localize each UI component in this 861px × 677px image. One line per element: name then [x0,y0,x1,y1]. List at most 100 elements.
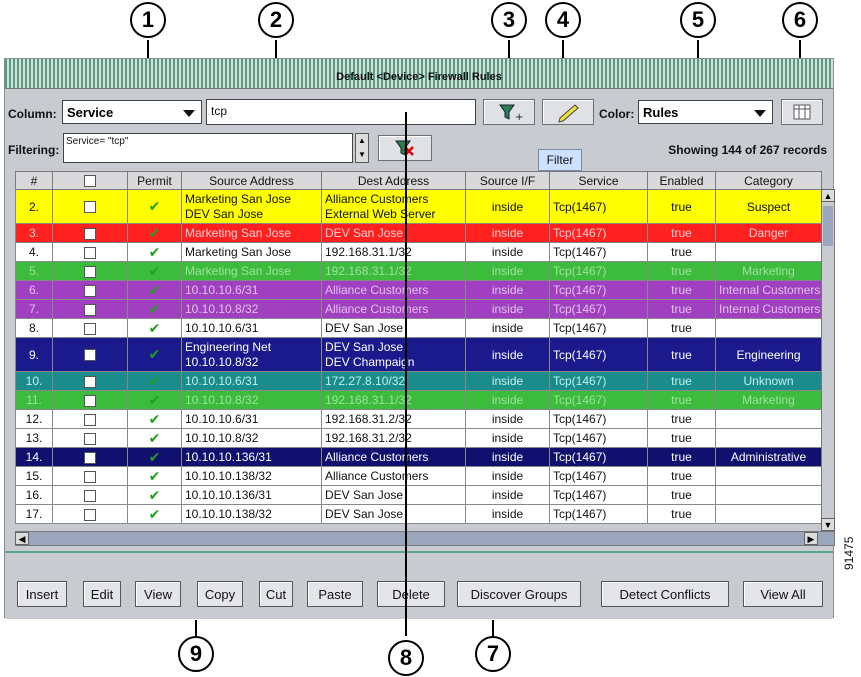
table-row[interactable]: 8. ✔ 10.10.10.6/31 DEV San Jose inside Tcp(14… [15,318,822,338]
record-count-status: Showing 144 of 267 records [668,143,827,157]
permit-check-icon: ✔ [148,486,161,503]
view-all-button[interactable]: View All [743,581,823,607]
edit-button[interactable]: Edit [83,581,121,607]
row-source-if: inside [465,299,550,319]
table-row[interactable]: 16. ✔ 10.10.10.136/31 DEV San Jose inside Tcp… [15,485,822,505]
row-checkbox[interactable] [84,451,96,464]
source-address-value: 10.10.10.8/32 [185,392,259,407]
header-number[interactable]: # [15,171,53,190]
row-service: Tcp(1467) [549,242,648,262]
row-checkbox[interactable] [84,284,96,297]
table-row[interactable]: 10. ✔ 10.10.10.6/31 172.27.8.10/32 inside Tcp… [15,371,822,391]
row-checkbox[interactable] [84,303,96,316]
row-checkbox[interactable] [84,375,96,388]
source-address-value: Marketing San Jose [185,244,292,259]
header-source-address[interactable]: Source Address [181,171,322,190]
table-row[interactable]: 9. ✔ Engineering Net 10.10.10.8/32 DEV San J… [15,337,822,372]
header-dest-address[interactable]: Dest Address [321,171,466,190]
header-select[interactable] [52,171,128,190]
table-row[interactable]: 6. ✔ 10.10.10.6/31 Alliance Customers inside… [15,280,822,300]
title-bar: Default <Device> Firewall Rules [5,59,833,89]
chevron-down-icon[interactable]: ▼ [356,148,368,162]
row-source-address: 10.10.10.6/31 [181,318,322,338]
scroll-down-icon[interactable]: ▼ [821,518,835,531]
row-checkbox[interactable] [84,432,96,445]
discover-groups-button[interactable]: Discover Groups [457,581,581,607]
row-checkbox[interactable] [84,246,96,259]
row-service: Tcp(1467) [549,466,648,486]
scroll-thumb[interactable] [823,206,833,246]
source-address-value: Engineering Net [185,339,272,354]
table-row[interactable]: 4. ✔ Marketing San Jose 192.168.31.1/32 insi… [15,242,822,262]
filter-expression-field[interactable]: Service= "tcp" [63,133,353,163]
table-row[interactable]: 3. ✔ Marketing San Jose DEV San Jose inside T… [15,223,822,243]
table-columns-button[interactable] [781,99,823,125]
edit-filter-button[interactable] [542,99,594,125]
detect-conflicts-button[interactable]: Detect Conflicts [601,581,729,607]
row-service: Tcp(1467) [549,280,648,300]
header-permit[interactable]: Permit [127,171,182,190]
row-select [52,280,128,300]
header-service[interactable]: Service [549,171,648,190]
cut-button[interactable]: Cut [259,581,293,607]
table-row[interactable]: 14. ✔ 10.10.10.136/31 Alliance Customers ins… [15,447,822,467]
row-checkbox[interactable] [84,322,96,335]
source-address-value: 10.10.10.8/32 [185,301,259,316]
apply-filter-button[interactable]: + [483,99,535,125]
row-dest-address: DEV San Jose [321,504,466,524]
table-row[interactable]: 15. ✔ 10.10.10.138/32 Alliance Customers ins… [15,466,822,486]
row-checkbox[interactable] [84,227,96,240]
figure-number: 91475 [842,536,856,570]
filter-expression-spinner[interactable]: ▲ ▼ [355,133,369,163]
column-select[interactable]: Service [62,100,202,124]
table-row[interactable]: 12. ✔ 10.10.10.6/31 192.168.31.2/32 inside Tc… [15,409,822,429]
row-category: Marketing [715,390,822,410]
dest-address-value: 192.168.31.1/32 [325,244,412,259]
color-select[interactable]: Rules [638,100,773,124]
table-row[interactable]: 17. ✔ 10.10.10.138/32 DEV San Jose inside Tcp… [15,504,822,524]
view-button[interactable]: View [135,581,181,607]
table-row[interactable]: 7. ✔ 10.10.10.8/32 Alliance Customers inside… [15,299,822,319]
row-category: Administrative [715,447,822,467]
header-source-if[interactable]: Source I/F [465,171,550,190]
row-checkbox[interactable] [84,349,96,362]
insert-button[interactable]: Insert [17,581,67,607]
scroll-right-icon[interactable]: ▶ [804,532,818,545]
table-row[interactable]: 13. ✔ 10.10.10.8/32 192.168.31.2/32 inside Tc… [15,428,822,448]
row-permit: ✔ [127,223,182,243]
copy-button[interactable]: Copy [197,581,243,607]
row-checkbox[interactable] [84,413,96,426]
row-checkbox[interactable] [84,265,96,278]
select-all-checkbox[interactable] [84,175,96,188]
row-enabled: true [647,242,716,262]
row-permit: ✔ [127,337,182,372]
vertical-scrollbar[interactable]: ▲ ▼ [821,189,835,531]
row-checkbox[interactable] [84,489,96,502]
row-source-address: 10.10.10.6/31 [181,409,322,429]
row-checkbox[interactable] [84,394,96,407]
row-checkbox[interactable] [84,201,96,214]
chevron-down-icon [754,110,766,117]
row-category: Suspect [715,189,822,224]
filter-input[interactable]: tcp [206,99,476,125]
permit-check-icon: ✔ [148,262,161,279]
header-category[interactable]: Category [715,171,822,190]
row-checkbox[interactable] [84,508,96,521]
header-enabled[interactable]: Enabled [647,171,716,190]
horizontal-scrollbar[interactable]: ◀ ▶ [15,531,835,546]
row-permit: ✔ [127,318,182,338]
row-checkbox[interactable] [84,470,96,483]
row-source-if: inside [465,466,550,486]
scroll-up-icon[interactable]: ▲ [821,189,835,202]
chevron-up-icon[interactable]: ▲ [356,134,368,148]
paste-button[interactable]: Paste [307,581,363,607]
table-row[interactable]: 11. ✔ 10.10.10.8/32 192.168.31.1/32 inside Tc… [15,390,822,410]
row-source-address: Marketing San Jose [181,223,322,243]
scroll-left-icon[interactable]: ◀ [15,532,29,545]
table-row[interactable]: 5. ✔ Marketing San Jose 192.168.31.1/32 insi… [15,261,822,281]
filter-tooltip: Filter [538,149,582,171]
dest-address-value: Alliance Customers [325,301,429,316]
table-row[interactable]: 2. ✔ Marketing San Jose DEV San Jose Allianc… [15,189,822,224]
delete-button[interactable]: Delete [377,581,445,607]
row-permit: ✔ [127,280,182,300]
